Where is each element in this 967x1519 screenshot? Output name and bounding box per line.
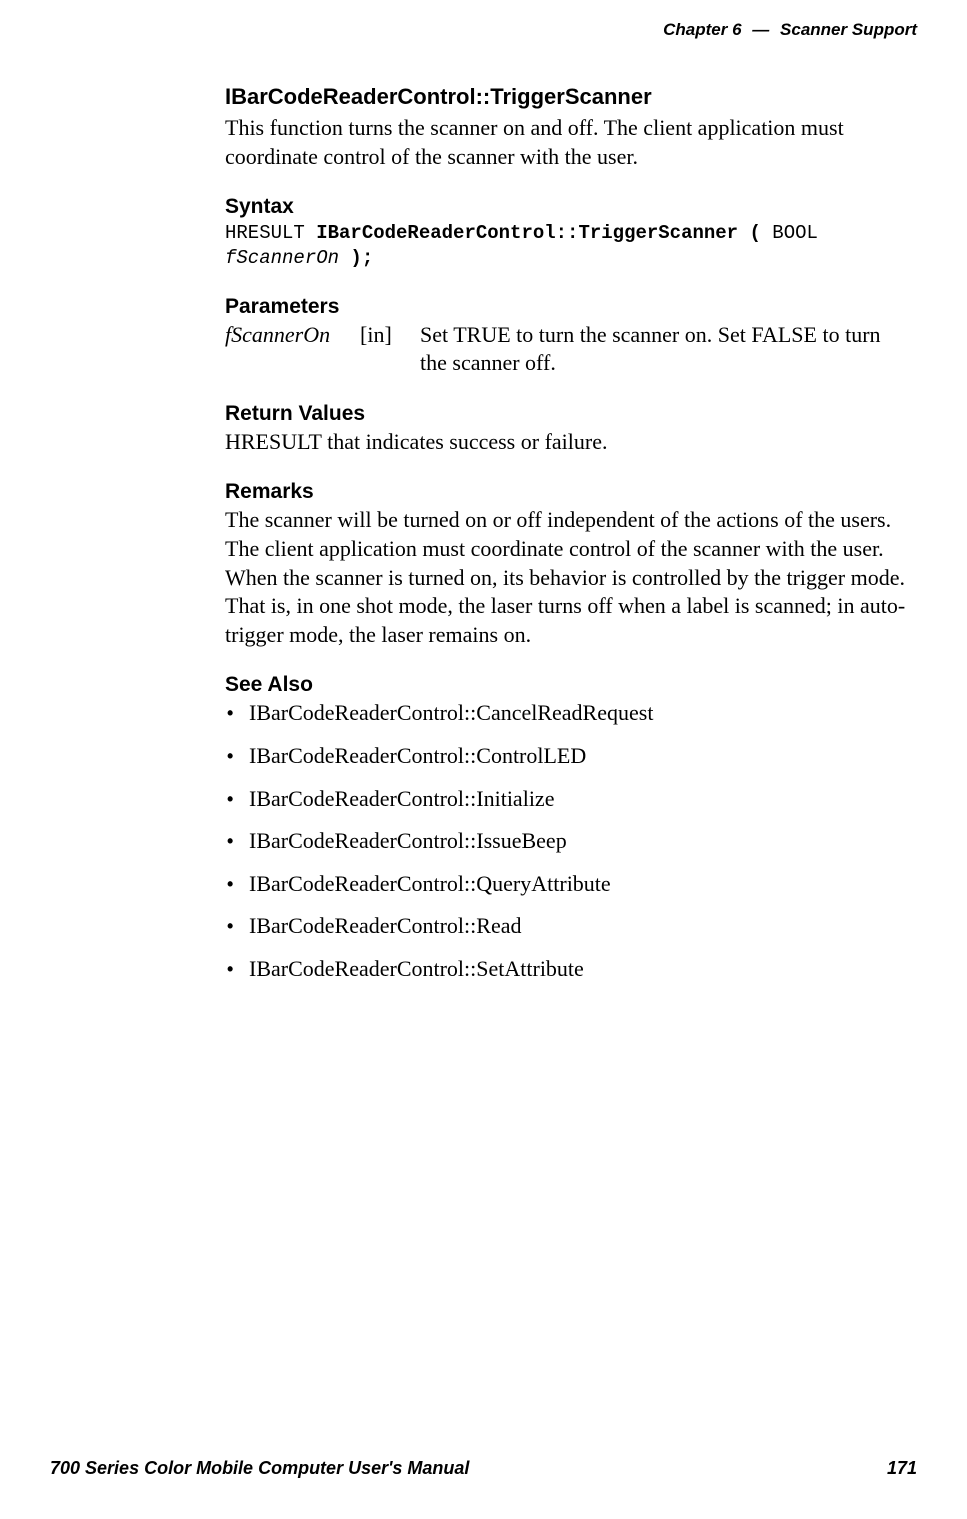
syntax-heading: Syntax: [225, 195, 907, 219]
see-also-heading: See Also: [225, 673, 907, 697]
chapter-label: Chapter 6: [663, 20, 741, 39]
see-also-list: IBarCodeReaderControl::CancelReadRequest…: [225, 699, 907, 983]
see-also-item: IBarCodeReaderControl::QueryAttribute: [225, 870, 907, 899]
syntax-code: HRESULT IBarCodeReaderControl::TriggerSc…: [225, 221, 907, 270]
see-also-item: IBarCodeReaderControl::ControlLED: [225, 742, 907, 771]
code-text-bold: );: [339, 247, 373, 269]
parameter-description: Set TRUE to turn the scanner on. Set FAL…: [420, 321, 907, 378]
parameter-row: fScannerOn [in] Set TRUE to turn the sca…: [225, 321, 907, 378]
footer-page-number: 171: [887, 1458, 917, 1479]
remarks-heading: Remarks: [225, 480, 907, 504]
parameter-name: fScannerOn: [225, 321, 360, 378]
see-also-item: IBarCodeReaderControl::CancelReadRequest: [225, 699, 907, 728]
see-also-item: IBarCodeReaderControl::SetAttribute: [225, 955, 907, 984]
parameters-heading: Parameters: [225, 295, 907, 319]
chapter-title: Scanner Support: [780, 20, 917, 39]
content-area: IBarCodeReaderControl::TriggerScanner Th…: [225, 84, 907, 983]
see-also-item: IBarCodeReaderControl::IssueBeep: [225, 827, 907, 856]
page-header: Chapter 6 — Scanner Support: [50, 20, 917, 44]
intro-text: This function turns the scanner on and o…: [225, 114, 907, 171]
see-also-item: IBarCodeReaderControl::Initialize: [225, 785, 907, 814]
return-values-text: HRESULT that indicates success or failur…: [225, 428, 907, 457]
code-text: BOOL: [772, 222, 818, 244]
function-title: IBarCodeReaderControl::TriggerScanner: [225, 84, 907, 110]
see-also-item: IBarCodeReaderControl::Read: [225, 912, 907, 941]
code-text-bold: IBarCodeReaderControl::TriggerScanner (: [316, 222, 772, 244]
code-text-italic: fScannerOn: [225, 247, 339, 269]
parameter-direction: [in]: [360, 321, 420, 378]
return-values-heading: Return Values: [225, 402, 907, 426]
code-text: HRESULT: [225, 222, 316, 244]
page-footer: 700 Series Color Mobile Computer User's …: [50, 1458, 917, 1479]
header-dash: —: [752, 20, 769, 39]
footer-manual-title: 700 Series Color Mobile Computer User's …: [50, 1458, 469, 1479]
remarks-text: The scanner will be turned on or off ind…: [225, 506, 907, 649]
